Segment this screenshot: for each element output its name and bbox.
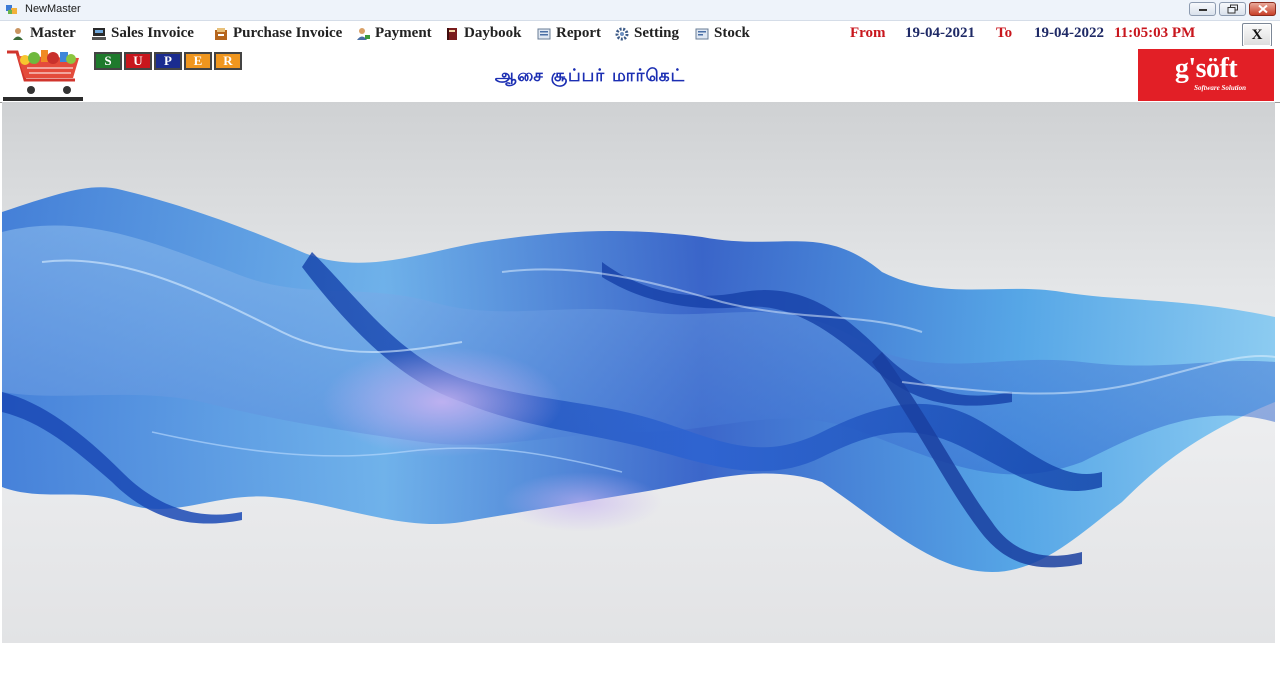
super-letter-p: P <box>154 52 182 70</box>
window-close-button[interactable] <box>1249 2 1276 16</box>
menu-bar: Master Sales Invoice Purchase Invoice Pa… <box>0 21 1280 46</box>
blue-silk-wave-image <box>2 187 1275 572</box>
vendor-logo: g'söft Software Solution <box>1138 49 1274 101</box>
menu-report[interactable]: Report <box>537 23 601 44</box>
vendor-name: g'söft <box>1174 53 1238 84</box>
menu-master[interactable]: Master <box>11 23 76 44</box>
menu-sales-invoice[interactable]: Sales Invoice <box>92 23 194 44</box>
restore-icon <box>1227 4 1238 14</box>
menu-purchase-invoice[interactable]: Purchase Invoice <box>214 23 342 44</box>
payment-icon <box>357 27 370 40</box>
from-date[interactable]: 19-04-2021 <box>905 25 975 42</box>
header-band: S U P E R ஆசை சூப்பர் மார்கெட் g'söft So… <box>0 46 1280 103</box>
user-icon <box>13 27 23 40</box>
close-form-button[interactable]: X <box>1242 23 1272 47</box>
shopping-cart-logo <box>3 46 83 101</box>
menu-sales-invoice-label: Sales Invoice <box>111 25 194 41</box>
to-label: To <box>996 25 1013 41</box>
menu-purchase-invoice-label: Purchase Invoice <box>233 25 343 41</box>
menu-daybook-label: Daybook <box>464 25 522 41</box>
minimize-button[interactable] <box>1189 2 1216 16</box>
gear-icon <box>615 27 629 40</box>
minimize-icon <box>1198 9 1207 11</box>
menu-payment-label: Payment <box>375 25 432 41</box>
register-icon <box>92 27 106 40</box>
app-icon <box>6 5 17 14</box>
menu-payment[interactable]: Payment <box>356 23 432 44</box>
super-letter-e: E <box>184 52 212 70</box>
stock-icon <box>695 28 709 39</box>
super-letter-r: R <box>214 52 242 70</box>
report-icon <box>537 28 551 39</box>
menu-stock[interactable]: Stock <box>695 23 750 44</box>
menu-daybook[interactable]: Daybook <box>445 23 522 44</box>
super-letter-s: S <box>94 52 122 70</box>
restore-button[interactable] <box>1219 2 1246 16</box>
window-title: NewMaster <box>25 3 81 15</box>
menu-setting[interactable]: Setting <box>615 23 679 44</box>
menu-setting-label: Setting <box>634 25 679 41</box>
book-icon <box>447 27 457 40</box>
close-icon <box>1257 4 1268 14</box>
menu-stock-label: Stock <box>714 25 750 41</box>
from-label: From <box>850 25 886 41</box>
to-date[interactable]: 19-04-2022 <box>1034 25 1104 42</box>
menu-report-label: Report <box>556 25 601 41</box>
super-letter-u: U <box>124 52 152 70</box>
clock-time: 11:05:03 PM <box>1114 25 1196 41</box>
background-wallpaper <box>2 102 1275 643</box>
purchase-icon <box>215 27 227 40</box>
super-letter-boxes: S U P E R <box>94 52 242 70</box>
menu-master-label: Master <box>30 25 76 41</box>
shop-name: ஆசை சூப்பர் மார்கெட் <box>494 66 686 86</box>
vendor-tagline: Software Solution <box>1194 84 1246 92</box>
window-titlebar: NewMaster <box>0 0 1280 21</box>
